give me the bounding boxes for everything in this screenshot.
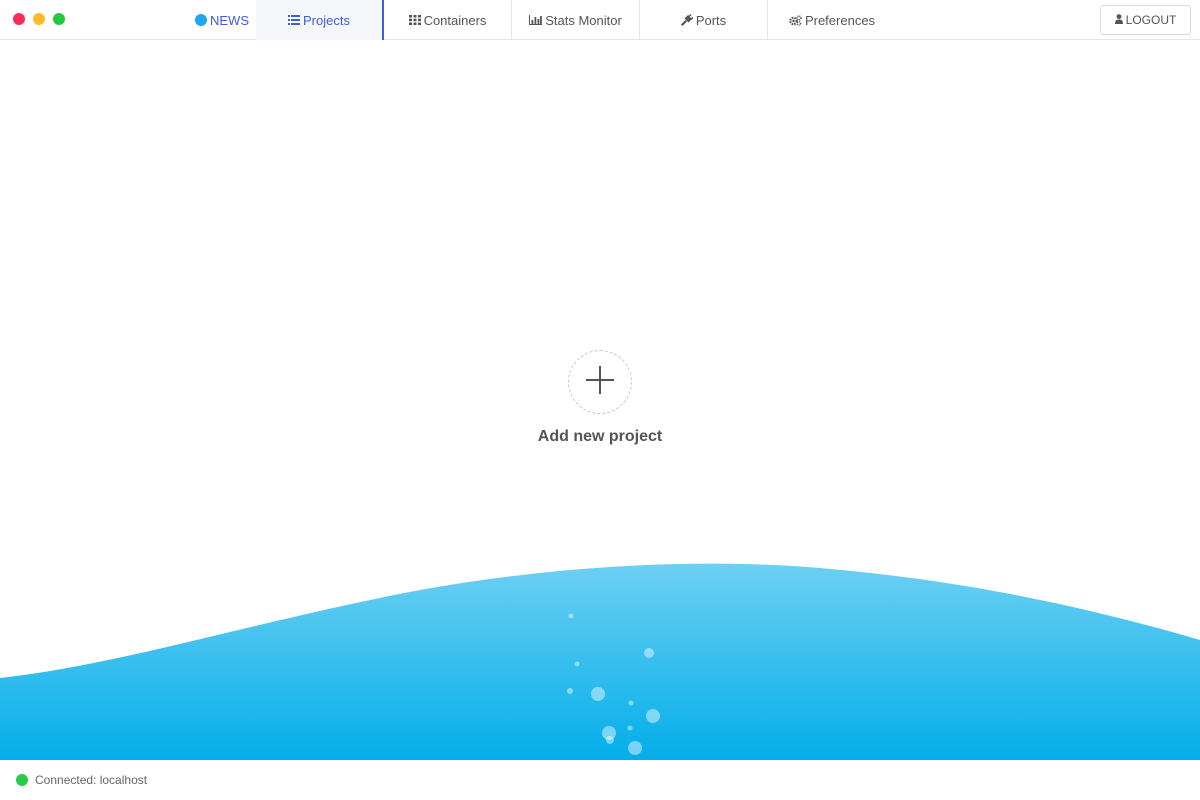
news-label: NEWS xyxy=(210,12,249,28)
logout-button[interactable]: LOGOUT xyxy=(1100,5,1191,35)
status-bar: Connected: localhost xyxy=(0,760,1200,800)
window-controls xyxy=(13,13,65,25)
tab-containers[interactable]: Containers xyxy=(384,0,512,40)
user-icon xyxy=(1114,13,1123,27)
connection-status-text: Connected: localhost xyxy=(35,773,148,787)
connection-status-icon xyxy=(16,774,28,786)
plus-icon xyxy=(586,365,614,399)
tab-label: Projects xyxy=(303,12,350,28)
add-project-label: Add new project xyxy=(537,428,663,445)
maximize-window-button[interactable] xyxy=(53,13,65,25)
list-icon xyxy=(288,15,301,25)
tab-stats-monitor[interactable]: Stats Monitor xyxy=(512,0,640,40)
logout-label: LOGOUT xyxy=(1125,13,1177,27)
tab-label: Preferences xyxy=(804,12,876,28)
tab-ports[interactable]: Ports xyxy=(640,0,768,40)
news-indicator-icon xyxy=(195,14,207,26)
tab-projects[interactable]: Projects xyxy=(256,0,384,40)
tab-label: Stats Monitor xyxy=(545,12,622,28)
tab-label: Ports xyxy=(695,12,727,28)
wave-decoration xyxy=(0,563,1200,760)
add-project-panel: Add new project xyxy=(500,350,700,446)
tab-preferences[interactable]: Preferences xyxy=(768,0,896,40)
news-link[interactable]: NEWS xyxy=(195,0,249,40)
bar-chart-icon xyxy=(529,15,543,25)
plug-icon xyxy=(680,14,693,26)
app-window: NEWS Projects Containers Stats Monitor P… xyxy=(0,0,1200,800)
minimize-window-button[interactable] xyxy=(33,13,45,25)
gears-icon xyxy=(789,14,802,26)
close-window-button[interactable] xyxy=(13,13,25,25)
add-project-button[interactable] xyxy=(568,350,632,414)
top-bar: NEWS Projects Containers Stats Monitor P… xyxy=(0,0,1200,40)
tab-label: Containers xyxy=(423,12,487,28)
grid-icon xyxy=(408,15,421,25)
main-tabs: Projects Containers Stats Monitor Ports … xyxy=(256,0,896,40)
